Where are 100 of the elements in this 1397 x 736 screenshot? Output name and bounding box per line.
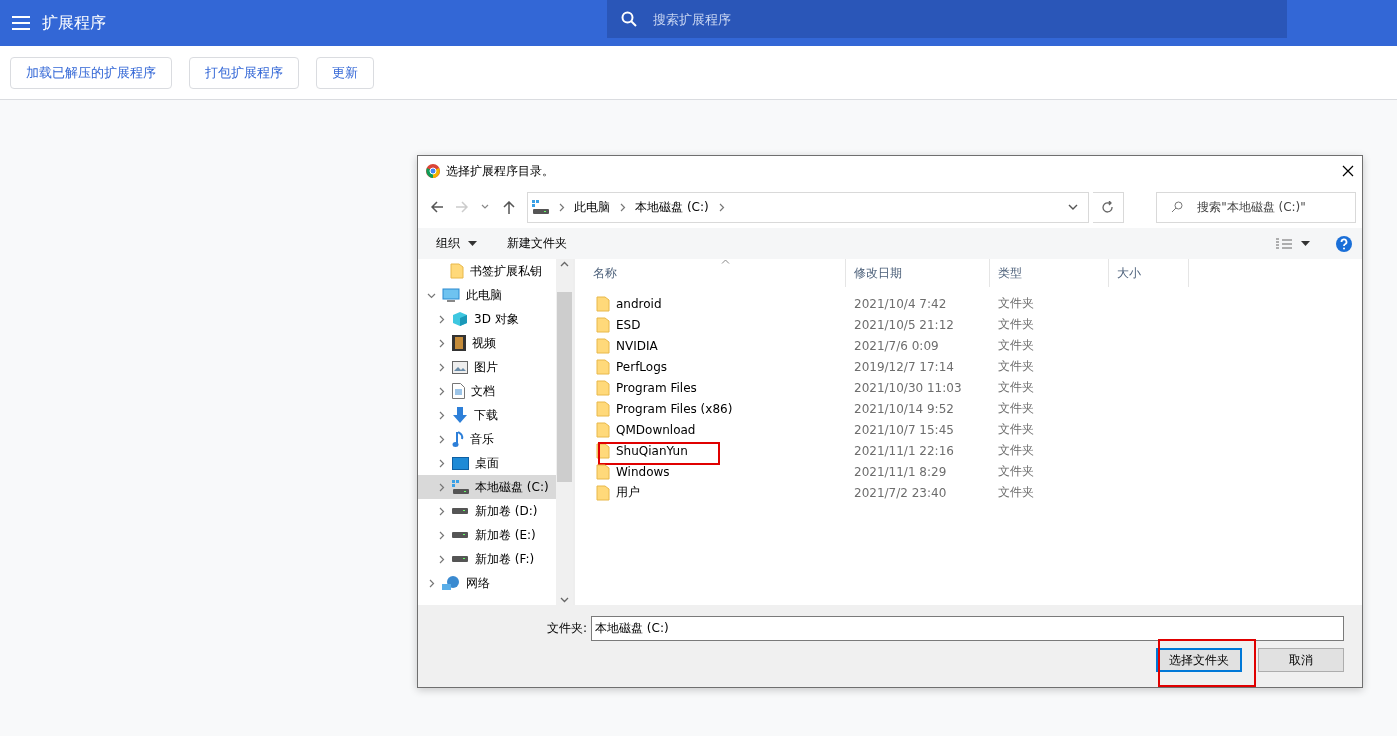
toolbar-button[interactable]: 更新 bbox=[316, 56, 374, 89]
type-cell-text: 文件夹 bbox=[997, 463, 1035, 480]
tree-label: 新加卷 (E:) bbox=[475, 526, 536, 544]
date-cell-text: 2021/10/30 11:03 bbox=[853, 380, 963, 395]
scrollbar[interactable] bbox=[556, 259, 573, 605]
column-header[interactable]: 修改日期 bbox=[846, 259, 990, 287]
menu-icon[interactable] bbox=[12, 16, 30, 30]
chevron-down-icon bbox=[481, 204, 490, 210]
tree-label: 新加卷 (F:) bbox=[475, 550, 535, 568]
folder-icon bbox=[596, 316, 610, 333]
tree-item[interactable]: 视频 bbox=[418, 331, 556, 355]
folder-icon bbox=[596, 358, 610, 375]
monitor-icon bbox=[442, 287, 460, 303]
arrow-right-icon bbox=[455, 201, 469, 213]
file-row[interactable]: ShuQianYun 2021/11/1 22:16 文件夹 bbox=[585, 440, 1362, 461]
chevron-right-icon[interactable] bbox=[618, 202, 628, 212]
file-row[interactable]: Windows 2021/11/1 8:29 文件夹 bbox=[585, 461, 1362, 482]
file-row[interactable]: QMDownload 2021/10/7 15:45 文件夹 bbox=[585, 419, 1362, 440]
file-row[interactable]: ESD 2021/10/5 21:12 文件夹 bbox=[585, 314, 1362, 335]
tree-item[interactable]: 图片 bbox=[418, 355, 556, 379]
dialog-button[interactable]: 取消 bbox=[1258, 648, 1344, 672]
folder-icon bbox=[596, 421, 610, 438]
file-row[interactable]: Program Files (x86) 2021/10/14 9:52 文件夹 bbox=[585, 398, 1362, 419]
breadcrumb[interactable]: 本地磁盘 (C:) bbox=[635, 198, 709, 216]
search-field[interactable]: 搜索扩展程序 bbox=[607, 0, 1287, 38]
folder-icon bbox=[596, 463, 610, 480]
chevron-right-icon[interactable] bbox=[557, 202, 567, 212]
tree-item[interactable]: 文档 bbox=[418, 379, 556, 403]
tree-item[interactable]: 新加卷 (D:) bbox=[418, 499, 556, 523]
breadcrumb[interactable]: 此电脑 bbox=[574, 198, 611, 216]
browser-logo-icon bbox=[426, 164, 440, 178]
file-name: Windows bbox=[616, 464, 670, 479]
film-icon bbox=[452, 335, 466, 351]
file-row[interactable]: NVIDIA 2021/7/6 0:09 文件夹 bbox=[585, 335, 1362, 356]
file-row[interactable]: android 2021/10/4 7:42 文件夹 bbox=[585, 293, 1362, 314]
caret-icon bbox=[468, 241, 477, 246]
date-cell-text: 2021/10/7 15:45 bbox=[853, 422, 955, 437]
date-cell-text: 2021/10/4 7:42 bbox=[853, 296, 948, 311]
folder-input[interactable]: 本地磁盘 (C:) bbox=[591, 616, 1344, 641]
search-icon bbox=[621, 11, 637, 27]
drive-icon bbox=[452, 507, 469, 515]
tree-item[interactable]: 此电脑 bbox=[418, 283, 556, 307]
file-name: QMDownload bbox=[616, 422, 696, 437]
refresh-icon bbox=[1101, 200, 1114, 214]
tree-label: 视频 bbox=[472, 334, 496, 352]
download-arrow-icon bbox=[452, 407, 468, 423]
cube-icon bbox=[452, 311, 468, 327]
tree-item[interactable]: 音乐 bbox=[418, 427, 556, 451]
tree-label: 网络 bbox=[466, 574, 490, 592]
tree-label: 文档 bbox=[471, 382, 495, 400]
search-input[interactable]: 搜索扩展程序 bbox=[651, 10, 1251, 28]
tree-item[interactable]: 下载 bbox=[418, 403, 556, 427]
search-field[interactable]: 搜索"本地磁盘 (C:)" bbox=[1156, 191, 1356, 223]
type-cell-text: 文件夹 bbox=[997, 442, 1035, 459]
date-cell-text: 2019/12/7 17:14 bbox=[853, 359, 955, 374]
file-row[interactable]: Program Files 2021/10/30 11:03 文件夹 bbox=[585, 377, 1362, 398]
tree-label: 音乐 bbox=[470, 430, 494, 448]
tree-item[interactable]: 新加卷 (F:) bbox=[418, 547, 556, 571]
column-header[interactable]: 名称 bbox=[585, 259, 846, 287]
file-row[interactable]: 用户 2021/7/2 23:40 文件夹 bbox=[585, 482, 1362, 503]
tree-item[interactable]: 3D 对象 bbox=[418, 307, 556, 331]
refresh-button[interactable] bbox=[1092, 191, 1125, 223]
tree-item[interactable]: 本地磁盘 (C:) bbox=[418, 475, 556, 499]
chevron-up-icon[interactable] bbox=[560, 261, 569, 267]
help-icon[interactable] bbox=[1336, 235, 1352, 252]
chevron-down-icon[interactable] bbox=[1067, 203, 1078, 211]
toolbar-button[interactable]: 加载已解压的扩展程序 bbox=[10, 56, 172, 89]
folder-icon bbox=[596, 484, 610, 501]
command-button[interactable]: 组织 bbox=[436, 235, 477, 252]
file-name: Program Files bbox=[616, 380, 697, 395]
caret-icon bbox=[1301, 241, 1310, 246]
folder-icon bbox=[596, 295, 610, 312]
file-row[interactable]: PerfLogs 2019/12/7 17:14 文件夹 bbox=[585, 356, 1362, 377]
type-cell-text: 文件夹 bbox=[997, 379, 1035, 396]
date-cell-text: 2021/11/1 8:29 bbox=[853, 464, 948, 479]
tree-item[interactable]: 网络 bbox=[418, 571, 556, 595]
view-options-button[interactable] bbox=[1275, 237, 1310, 250]
dialog-button[interactable]: 选择文件夹 bbox=[1156, 648, 1242, 672]
file-name: ESD bbox=[616, 317, 641, 332]
column-header[interactable]: 大小 bbox=[1109, 259, 1189, 287]
column-header[interactable]: 类型 bbox=[990, 259, 1109, 287]
drive-icon bbox=[452, 531, 469, 539]
tree-item[interactable]: 新加卷 (E:) bbox=[418, 523, 556, 547]
picture-icon bbox=[452, 360, 468, 374]
details-view-icon bbox=[1275, 237, 1293, 250]
folder-icon bbox=[596, 400, 610, 417]
toolbar-button[interactable]: 打包扩展程序 bbox=[189, 56, 299, 89]
tree-item[interactable]: 桌面 bbox=[418, 451, 556, 475]
date-cell-text: 2021/11/1 22:16 bbox=[853, 443, 955, 458]
date-cell-text: 2021/10/5 21:12 bbox=[853, 317, 955, 332]
date-cell-text: 2021/7/2 23:40 bbox=[853, 485, 948, 500]
date-cell-text: 2021/10/14 9:52 bbox=[853, 401, 955, 416]
address-bar[interactable]: 此电脑 本地磁盘 (C:) bbox=[527, 191, 1089, 223]
command-button[interactable]: 新建文件夹 bbox=[507, 235, 567, 252]
tree-item[interactable]: 书签扩展私钥 bbox=[418, 259, 556, 283]
close-icon[interactable] bbox=[1342, 165, 1354, 177]
folder-icon bbox=[596, 379, 610, 396]
chevron-down-icon[interactable] bbox=[560, 597, 569, 603]
file-name: NVIDIA bbox=[616, 338, 658, 353]
arrow-left-icon bbox=[431, 201, 445, 213]
